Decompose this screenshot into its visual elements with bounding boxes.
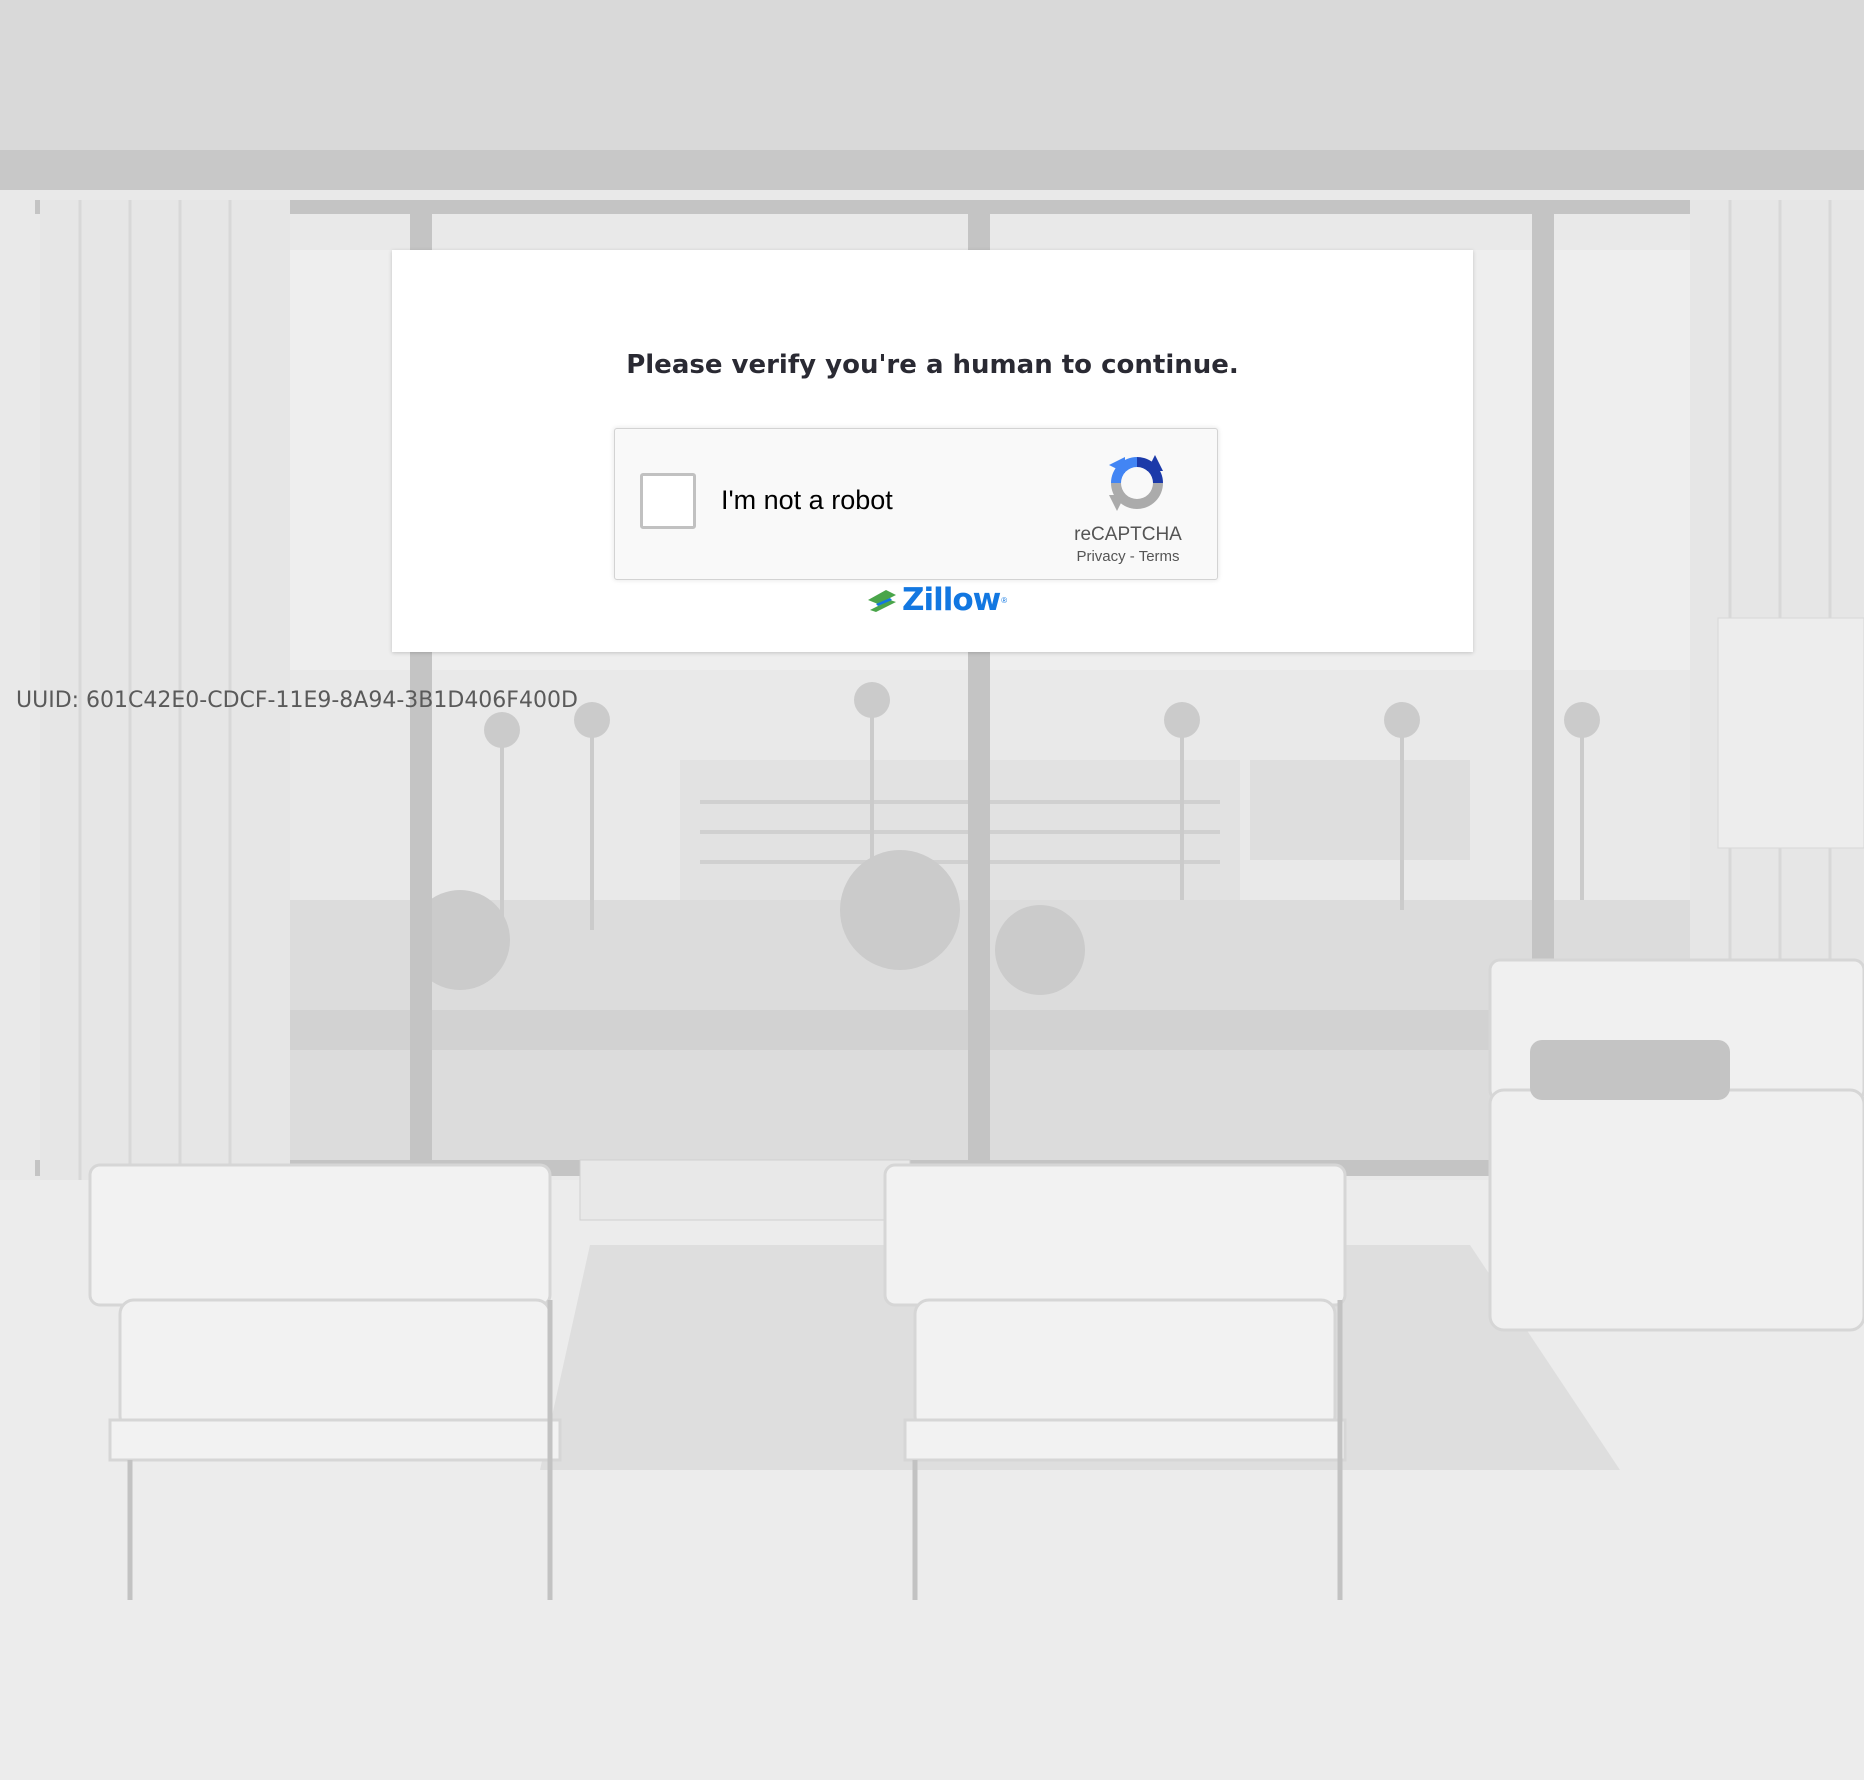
terms-link[interactable]: Terms — [1139, 548, 1180, 565]
recaptcha-widget: I'm not a robot reCAPTCHA Privacy - Term… — [614, 428, 1218, 580]
page-title: Please verify you're a human to continue… — [626, 350, 1239, 380]
registered-mark: ® — [1001, 595, 1008, 605]
verification-card: Please verify you're a human to continue… — [392, 250, 1473, 652]
uuid-text: UUID: 601C42E0-CDCF-11E9-8A94-3B1D406F40… — [16, 688, 578, 713]
links-separator: - — [1125, 548, 1139, 565]
zillow-logo: Zillow ® — [866, 580, 1007, 620]
privacy-link[interactable]: Privacy — [1076, 548, 1125, 565]
recaptcha-logo-icon — [1109, 455, 1163, 511]
zillow-house-icon — [868, 590, 896, 612]
recaptcha-checkbox[interactable] — [640, 473, 696, 529]
recaptcha-links: Privacy - Terms — [1053, 548, 1203, 565]
recaptcha-brand-label: reCAPTCHA — [1074, 524, 1182, 545]
zillow-logo-text: Zillow — [902, 582, 1001, 618]
recaptcha-checkbox-label[interactable]: I'm not a robot — [721, 485, 893, 516]
